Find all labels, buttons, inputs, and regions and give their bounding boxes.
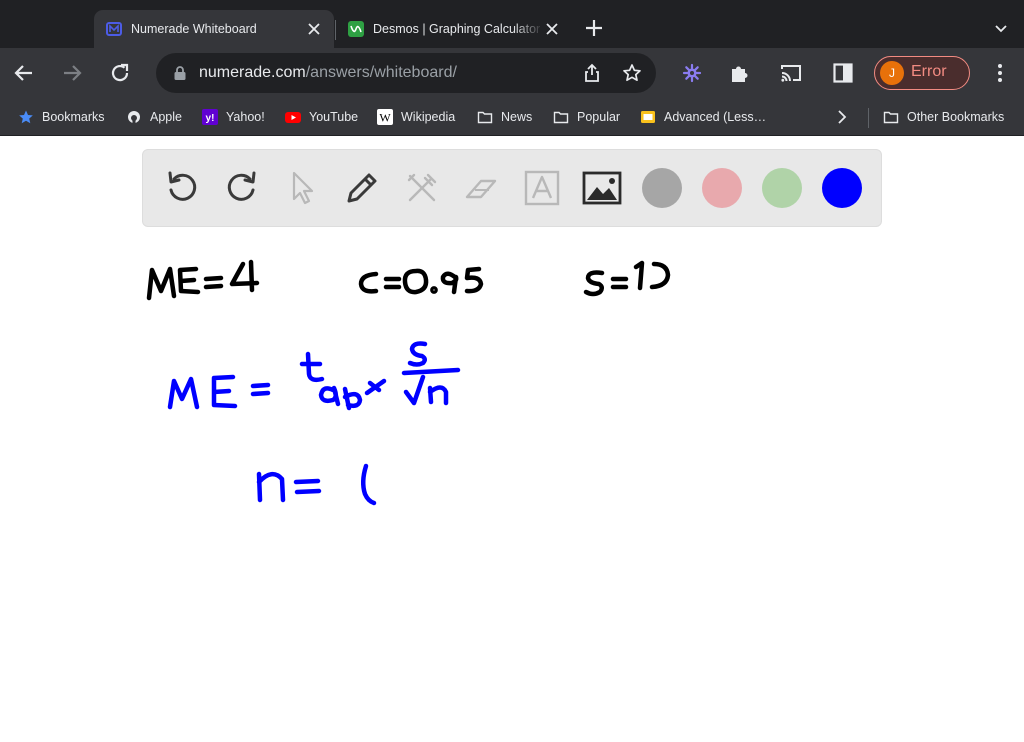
new-tab-plus-icon[interactable] — [582, 16, 606, 40]
yahoo-icon: y! — [202, 109, 218, 125]
bookmark-youtube[interactable]: YouTube — [285, 108, 358, 126]
avatar: J — [880, 61, 904, 85]
url-text[interactable]: numerade.com/answers/whiteboard/ — [199, 64, 457, 82]
share-icon[interactable] — [583, 63, 601, 83]
address-bar[interactable]: numerade.com/answers/whiteboard/ — [156, 53, 656, 93]
svg-text:y!: y! — [206, 113, 215, 124]
select-pointer-icon[interactable] — [281, 167, 323, 209]
color-swatch-gray[interactable] — [642, 168, 682, 208]
youtube-icon — [285, 112, 301, 123]
profile-error-button[interactable]: J Error — [874, 56, 970, 90]
forward-arrow-icon[interactable] — [60, 61, 84, 85]
chevron-down-icon[interactable] — [993, 20, 1009, 36]
desmos-logo-icon — [348, 21, 364, 37]
tab-desmos[interactable]: Desmos | Graphing Calculator — [336, 10, 572, 48]
url-path: /answers/whiteboard/ — [305, 64, 457, 81]
whiteboard-toolbar — [142, 149, 882, 227]
bookmarks-bar: Bookmarks Apple y! Yahoo! YouTube W Wiki… — [0, 98, 1024, 136]
close-icon[interactable] — [544, 21, 560, 37]
extensions-puzzle-icon[interactable] — [728, 61, 752, 85]
text-icon[interactable] — [521, 167, 563, 209]
bookmark-page-icon — [641, 111, 655, 123]
reload-icon[interactable] — [108, 61, 132, 85]
color-swatch-blue[interactable] — [822, 168, 862, 208]
url-host: numerade.com — [199, 64, 306, 81]
bookmark-label: Advanced (Less… — [664, 110, 767, 124]
color-swatch-green[interactable] — [762, 168, 802, 208]
bookmark-folder-news[interactable]: News — [477, 108, 532, 126]
bookmark-yahoo[interactable]: y! Yahoo! — [202, 108, 265, 126]
cast-icon[interactable] — [779, 61, 803, 85]
bookmark-apple[interactable]: Apple — [126, 108, 182, 126]
chevron-right-icon[interactable] — [834, 109, 850, 125]
folder-icon — [553, 111, 569, 124]
pen-icon[interactable] — [341, 167, 383, 209]
bookmark-label: Apple — [150, 110, 182, 124]
close-icon[interactable] — [306, 21, 322, 37]
bookmark-bookmarks[interactable]: Bookmarks — [18, 108, 105, 126]
back-arrow-icon[interactable] — [12, 61, 36, 85]
bookmark-label: Yahoo! — [226, 110, 265, 124]
color-swatch-pink[interactable] — [702, 168, 742, 208]
numerade-logo-icon — [106, 22, 122, 36]
bookmarks-divider — [868, 108, 869, 128]
bookmark-label: Wikipedia — [401, 110, 456, 124]
star-icon — [19, 110, 33, 124]
svg-text:W: W — [379, 111, 391, 125]
bookmark-star-icon[interactable] — [622, 63, 642, 83]
extension-gear-icon[interactable] — [680, 61, 704, 85]
eraser-icon[interactable] — [461, 167, 503, 209]
image-icon[interactable] — [581, 167, 623, 209]
tab-strip: Numerade Whiteboard Desmos | Graphing Ca… — [0, 0, 1024, 48]
wikipedia-icon: W — [377, 109, 393, 125]
profile-status-label: Error — [911, 63, 947, 80]
lock-icon[interactable] — [173, 65, 187, 81]
menu-kebab-icon[interactable] — [988, 61, 1012, 85]
shapes-tools-icon[interactable] — [401, 167, 443, 209]
folder-icon — [477, 111, 493, 124]
tab-title: Desmos | Graphing Calculator — [373, 22, 541, 36]
bookmark-label: YouTube — [309, 110, 359, 124]
bookmark-wikipedia[interactable]: W Wikipedia — [377, 108, 455, 126]
bookmark-label: Other Bookmarks — [907, 110, 1005, 124]
bookmark-label: Bookmarks — [42, 110, 105, 124]
browser-toolbar: numerade.com/answers/whiteboard/ J Error — [0, 48, 1024, 98]
apple-icon — [128, 111, 140, 124]
whiteboard-canvas[interactable] — [0, 137, 1024, 742]
bookmark-folder-popular[interactable]: Popular — [553, 108, 620, 126]
undo-icon[interactable] — [161, 167, 203, 209]
redo-icon[interactable] — [221, 167, 263, 209]
tab-numerade-whiteboard[interactable]: Numerade Whiteboard — [94, 10, 334, 48]
side-panel-icon[interactable] — [831, 61, 855, 85]
bookmark-advanced[interactable]: Advanced (Less… — [640, 108, 766, 126]
bookmark-label: Popular — [577, 110, 621, 124]
bookmark-label: News — [501, 110, 533, 124]
tab-title: Numerade Whiteboard — [131, 22, 257, 36]
folder-icon — [883, 111, 899, 124]
other-bookmarks[interactable]: Other Bookmarks — [883, 108, 1004, 126]
